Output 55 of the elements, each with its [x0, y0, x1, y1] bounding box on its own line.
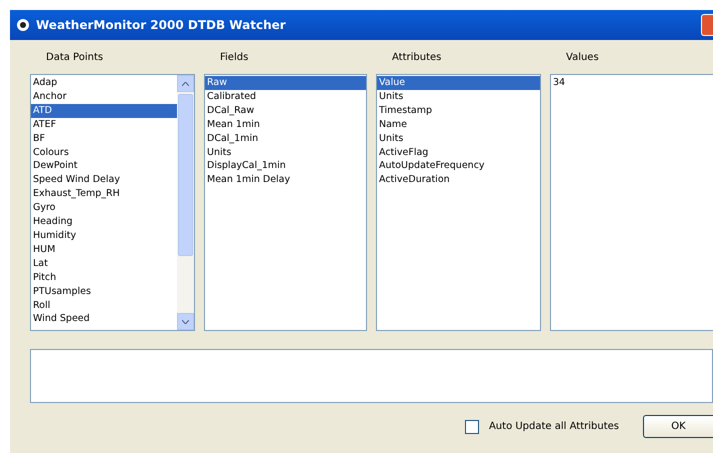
auto-update-checkbox[interactable]: Auto Update all Attributes	[464, 420, 619, 434]
list-item[interactable]: 34	[551, 76, 713, 90]
caret-down-icon	[182, 320, 189, 324]
column-heading: Attributes	[391, 52, 442, 65]
column-heading: Values	[565, 52, 600, 65]
list-item[interactable]: Wind Speed	[31, 312, 177, 326]
list-item[interactable]: ActiveDuration	[377, 173, 540, 188]
list-item[interactable]: PTUsamples	[31, 284, 177, 298]
list-item[interactable]: Roll	[31, 298, 177, 312]
list-item[interactable]: Raw	[205, 76, 366, 90]
list-item[interactable]: ActiveFlag	[377, 146, 540, 160]
list-item[interactable]: Calibrated	[205, 90, 366, 104]
list-item[interactable]: Adap	[31, 76, 177, 90]
list-item[interactable]: HUM	[31, 242, 177, 257]
list-item[interactable]: Mean 1min Delay	[205, 173, 366, 188]
list-item[interactable]: Value	[377, 76, 540, 90]
list-item[interactable]: AutoUpdateFrequency	[377, 159, 540, 174]
list-item[interactable]: Timestamp	[377, 104, 540, 118]
column-heading: Fields	[219, 52, 250, 65]
list-item[interactable]: Gyro	[31, 201, 177, 216]
list-item[interactable]: DewPoint	[31, 159, 177, 174]
list-item[interactable]: BF	[31, 132, 177, 146]
list-item[interactable]: Speed Wind Delay	[31, 173, 177, 188]
list-item[interactable]: DCal_Raw	[205, 104, 366, 118]
ok-button[interactable]: OK	[643, 415, 713, 438]
list-box[interactable]: 34	[550, 74, 713, 331]
caret-up-icon	[182, 82, 189, 86]
list-item[interactable]: Anchor	[31, 90, 177, 104]
column-heading: Data Points	[45, 52, 104, 65]
list-item[interactable]: ATD	[31, 104, 177, 118]
list-item[interactable]: Pitch	[31, 270, 177, 285]
list-box[interactable]: Raw Calibrated DCal_Raw Mean 1min DCal_1min Units DisplayCal_1min Mean 1min Delay	[204, 74, 367, 331]
scroll-down-button[interactable]	[177, 313, 194, 330]
list-box[interactable]: Value Units Timestamp Name Units ActiveFlag AutoUpdateFrequency ActiveDuration	[376, 74, 541, 331]
list-item[interactable]: DCal_1min	[205, 132, 366, 146]
list-item[interactable]: Heading	[31, 215, 177, 229]
scrollbar[interactable]	[177, 75, 194, 330]
window-title: WeatherMonitor 2000 DTDB Watcher	[36, 18, 286, 32]
scroll-up-button[interactable]	[177, 75, 194, 92]
list-item[interactable]: Mean 1min	[205, 118, 366, 132]
list-item[interactable]: Exhaust_Temp_RH	[31, 187, 177, 202]
list-item[interactable]: Lat	[31, 256, 177, 271]
scroll-thumb[interactable]	[178, 94, 193, 256]
list-item[interactable]: Units	[377, 132, 540, 146]
list-item[interactable]: Colours	[31, 146, 177, 160]
app-icon	[16, 18, 30, 32]
list-item[interactable]: Units	[377, 90, 540, 104]
list-item[interactable]: Units	[205, 146, 366, 160]
list-box[interactable]: Adap Anchor ATD ATEF BF Colours DewPoint Speed Wind Delay Exhaust_Temp_RH Gyro Heading Humidity HUM Lat Pitch PTUsamples Roll Wind Speed	[30, 74, 195, 331]
output-box[interactable]	[30, 349, 713, 403]
list-item[interactable]: Humidity	[31, 228, 177, 243]
list-item[interactable]: Name	[377, 118, 540, 132]
list-item[interactable]: DisplayCal_1min	[205, 159, 366, 174]
list-item[interactable]: ATEF	[31, 118, 177, 132]
close-button[interactable]	[701, 14, 713, 36]
